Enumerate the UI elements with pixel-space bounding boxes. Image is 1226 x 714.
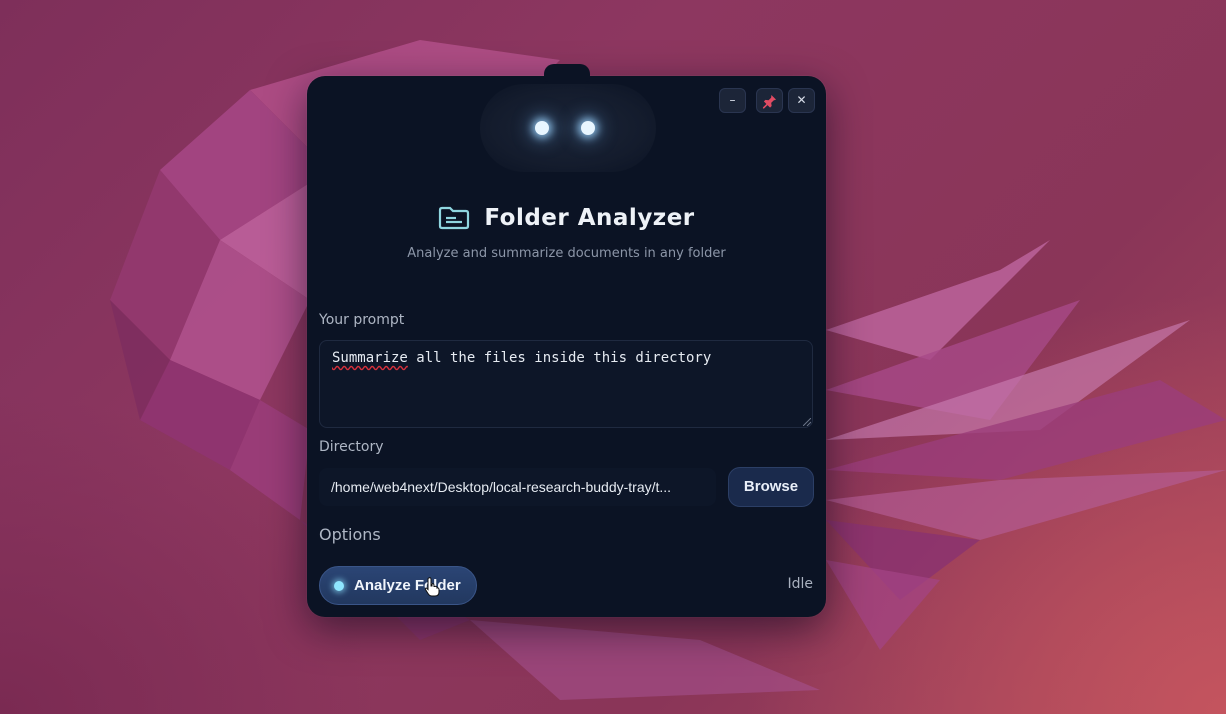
page-title: Folder Analyzer xyxy=(484,205,695,231)
status-text: Idle xyxy=(787,576,813,592)
prompt-misspelled-word: Summarize xyxy=(332,350,408,366)
window-notch xyxy=(544,64,590,82)
resize-grip-icon[interactable] xyxy=(803,418,811,426)
directory-label: Directory xyxy=(319,439,384,455)
mascot-face xyxy=(480,84,656,172)
options-label: Options xyxy=(319,525,381,544)
mascot-left-eye xyxy=(535,121,549,135)
title-row: Folder Analyzer xyxy=(307,202,826,234)
page-subtitle: Analyze and summarize documents in any f… xyxy=(407,246,726,261)
prompt-textarea[interactable]: Summarize all the files inside this dire… xyxy=(319,340,813,428)
directory-input[interactable]: /home/web4next/Desktop/local-research-bu… xyxy=(319,468,716,506)
mascot-right-eye xyxy=(581,121,595,135)
folder-analyzer-window: – ✕ Folder Analyzer Analyze and summariz… xyxy=(307,64,826,617)
hand-cursor-icon xyxy=(424,577,440,597)
folder-icon xyxy=(439,206,470,230)
prompt-text: all the files inside this directory xyxy=(407,350,712,366)
pin-icon xyxy=(762,94,777,109)
minimize-icon: – xyxy=(729,93,736,107)
pin-button[interactable] xyxy=(756,88,783,113)
browse-button[interactable]: Browse xyxy=(728,467,814,507)
prompt-label: Your prompt xyxy=(319,312,405,328)
minimize-button[interactable]: – xyxy=(719,88,746,113)
close-icon: ✕ xyxy=(796,93,807,107)
analyze-folder-label: Analyze Folder xyxy=(354,577,461,594)
status-dot-icon xyxy=(334,580,344,591)
close-button[interactable]: ✕ xyxy=(788,88,815,113)
analyze-folder-button[interactable]: Analyze Folder xyxy=(319,566,477,605)
